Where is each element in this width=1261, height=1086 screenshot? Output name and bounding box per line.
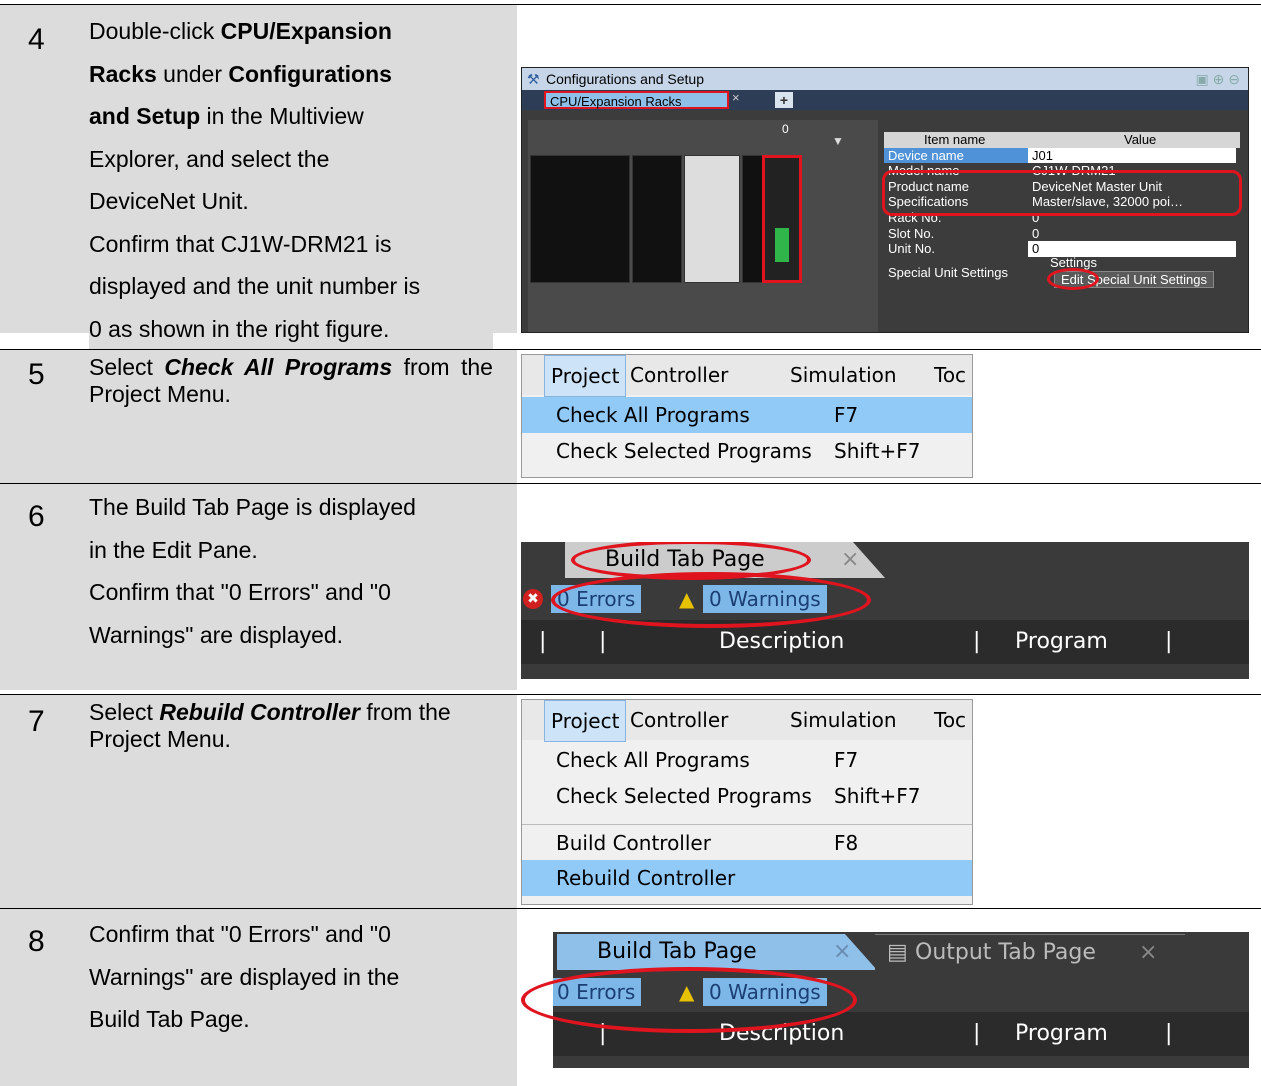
step-6: 6 The Build Tab Page is displayed in the … <box>0 483 1261 690</box>
instruction-line: Explorer, and select the <box>89 145 330 172</box>
config-title-bar: ⚒ Configurations and Setup ▣ ⊕ ⊖ <box>522 68 1248 90</box>
menu-toc[interactable]: Toc <box>934 355 966 395</box>
program-column[interactable]: Program <box>1015 620 1108 664</box>
instruction-line: Confirm that "0 Errors" and "0 <box>89 579 391 605</box>
instruction-line: and Setup in the Multiview <box>89 103 364 129</box>
menu-toc[interactable]: Toc <box>934 700 966 740</box>
dropdown-menu: Check All Programs F7 Check Selected Progr… <box>522 742 972 896</box>
program-column[interactable]: Program <box>1015 1012 1108 1056</box>
step-7: 7 Select Rebuild Controller from the Pro… <box>0 694 1261 908</box>
menu-item[interactable]: Check Selected Programs Shift+F7 <box>522 433 972 469</box>
menu-project[interactable]: Project <box>544 700 627 742</box>
rack-view: 0 ▼ <box>528 120 878 332</box>
property-row[interactable]: Slot No. 0 <box>884 225 1240 242</box>
highlight-status <box>521 967 857 1033</box>
close-icon[interactable]: × <box>833 934 851 970</box>
instruction-line: 0 as shown in the right figure. <box>89 315 390 342</box>
dropdown-menu: Check All Programs F7 Check Selected Progr… <box>522 397 972 469</box>
close-icon[interactable]: × <box>841 542 859 578</box>
menu-item[interactable]: Rebuild Controller <box>522 860 972 896</box>
step-5-instructions: Select Check All Programs from the Proje… <box>89 354 493 408</box>
devicenet-unit[interactable] <box>762 155 802 283</box>
step-6-instructions: The Build Tab Page is displayed in the Ed… <box>89 486 493 656</box>
property-row[interactable]: Device name J01 <box>884 147 1240 164</box>
menu-controller[interactable]: Controller <box>630 700 728 740</box>
project-menu-screenshot: Project Controller Simulation Toc Check All… <box>521 354 973 478</box>
step-number: 8 <box>28 925 45 958</box>
tab-close-icon[interactable]: × <box>732 90 740 105</box>
error-icon: ✖ <box>523 589 543 609</box>
step-number: 6 <box>28 500 45 533</box>
props-header: Item name Value <box>884 132 1240 148</box>
step-8: 8 Confirm that "0 Errors" and "0 Warnings… <box>0 908 1261 1086</box>
step-number: 4 <box>28 23 45 56</box>
step-4-instructions: Double-click CPU/Expansion Racks under Co… <box>89 10 493 350</box>
step-7-instructions: Select Rebuild Controller from the Proje… <box>89 699 493 753</box>
instruction-line: The Build Tab Page is displayed <box>89 494 416 520</box>
zoom-icons: ▣ ⊕ ⊖ <box>1195 71 1240 87</box>
highlight-status <box>551 572 871 628</box>
instruction-line: Double-click CPU/Expansion <box>89 18 392 44</box>
menu-project[interactable]: Project <box>544 355 627 397</box>
output-tab[interactable]: ▤ Output Tab Page × <box>875 934 1185 970</box>
step-4: 4 Double-click CPU/Expansion Racks under … <box>0 4 1261 350</box>
cpu-unit-2 <box>684 155 740 283</box>
configurations-screenshot: ⚒ Configurations and Setup ▣ ⊕ ⊖ CPU/Exp… <box>521 67 1249 333</box>
config-tabs: CPU/Expansion Racks × + <box>522 90 1248 110</box>
menu-bar: Project Controller Simulation Toc <box>522 700 972 742</box>
wrench-icon: ⚒ <box>527 71 540 87</box>
instruction-line: in the Edit Pane. <box>89 536 258 563</box>
menu-controller[interactable]: Controller <box>630 355 728 395</box>
config-title: Configurations and Setup <box>546 71 704 87</box>
instruction-line: Confirm that "0 Errors" and "0 <box>89 921 391 947</box>
instruction-line: Build Tab Page. <box>89 1006 250 1032</box>
instruction-line: Confirm that CJ1W-DRM21 is <box>89 230 392 257</box>
menu-item[interactable]: Check All Programs F7 <box>522 742 972 778</box>
menu-item[interactable]: Check Selected Programs Shift+F7 <box>522 778 972 814</box>
menu-item[interactable]: Check All Programs F7 <box>522 397 972 433</box>
add-tab-button[interactable]: + <box>775 92 793 108</box>
slot-label: 0 <box>782 122 789 136</box>
instruction-line: displayed and the unit number is <box>89 273 421 299</box>
connector-icon <box>775 228 789 262</box>
step-number: 7 <box>28 705 45 738</box>
build-tab-screenshot: Build Tab Page × ✖ 0 Errors ▲ 0 Warnings… <box>521 542 1249 679</box>
instruction-line: Warnings" are displayed. <box>89 621 344 648</box>
menu-item[interactable]: Build Controller F8 <box>522 824 972 860</box>
tab-cpu-expansion-racks[interactable]: CPU/Expansion Racks <box>544 91 729 109</box>
menu-simulation[interactable]: Simulation <box>790 700 897 740</box>
cpu-unit <box>632 155 682 283</box>
step-5: 5 Select Check All Programs from the Pro… <box>0 349 1261 483</box>
instruction-line: Warnings" are displayed in the <box>89 963 400 990</box>
output-icon: ▤ <box>887 940 908 965</box>
step-number: 5 <box>28 358 45 391</box>
instruction-line: Racks under Configurations <box>89 60 392 87</box>
project-menu-screenshot: Project Controller Simulation Toc Check All… <box>521 699 973 905</box>
menu-simulation[interactable]: Simulation <box>790 355 897 395</box>
dropdown-arrow-icon[interactable]: ▼ <box>832 134 844 148</box>
highlight-unit-no <box>1047 268 1099 290</box>
instruction-line: DeviceNet Unit. <box>89 188 249 214</box>
build-tab[interactable]: Build Tab Page × <box>557 934 877 970</box>
step-8-instructions: Confirm that "0 Errors" and "0 Warnings" … <box>89 913 493 1041</box>
close-icon[interactable]: × <box>1139 935 1157 971</box>
highlight-model-product <box>882 170 1242 216</box>
table-header: | | Description | Program | <box>521 620 1249 664</box>
power-unit <box>530 155 630 283</box>
menu-bar: Project Controller Simulation Toc <box>522 355 972 397</box>
